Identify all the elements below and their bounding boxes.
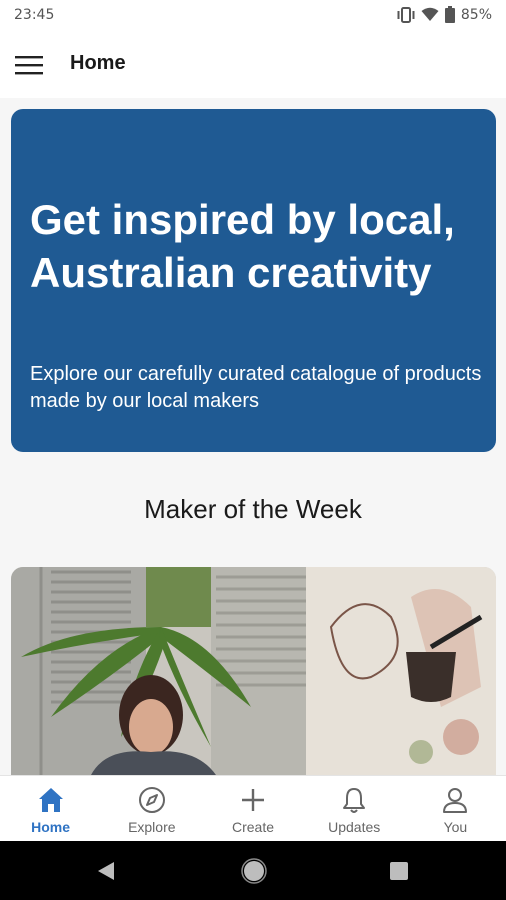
hamburger-menu-icon[interactable]	[14, 52, 44, 78]
compass-icon	[138, 787, 165, 813]
recent-apps-icon[interactable]	[389, 861, 409, 881]
nav-label-create: Create	[231, 819, 275, 835]
hero-subtitle: Explore our carefully curated catalogue …	[30, 363, 482, 412]
battery-icon	[444, 6, 455, 23]
hero-title: Get inspired by local, Australian creati…	[30, 196, 455, 296]
nav-item-explore[interactable]: Explore	[101, 776, 202, 841]
home-icon	[38, 788, 63, 812]
app-bar: Home	[0, 32, 506, 98]
page-title: Home	[70, 52, 126, 74]
maker-of-week-image[interactable]	[11, 567, 496, 775]
person-icon	[443, 788, 468, 813]
nav-item-updates[interactable]: Updates	[304, 776, 405, 841]
nav-item-home[interactable]: Home	[0, 776, 101, 841]
wifi-icon	[421, 7, 439, 21]
hero-banner[interactable]: Get inspired by local, Australian creati…	[11, 109, 496, 452]
battery-percent: 85%	[460, 6, 492, 23]
nav-label-you: You	[443, 819, 468, 835]
status-icons: 85%	[397, 6, 492, 23]
nav-label-home: Home	[31, 819, 71, 835]
nav-item-create[interactable]: Create	[202, 776, 303, 841]
status-bar: 23:45 85%	[0, 0, 506, 32]
plus-icon	[242, 789, 264, 811]
system-navigation-bar	[0, 841, 506, 900]
maker-of-week-title: Maker of the Week	[144, 494, 362, 524]
bell-icon	[343, 788, 366, 813]
vibrate-icon	[397, 6, 415, 23]
nav-item-you[interactable]: You	[405, 776, 506, 841]
nav-label-updates: Updates	[328, 819, 381, 835]
status-time: 23:45	[14, 7, 55, 23]
bottom-navigation: Home Explore Create Updates You	[0, 775, 506, 841]
nav-label-explore: Explore	[128, 819, 176, 835]
back-icon[interactable]	[96, 860, 116, 882]
home-circle-icon[interactable]	[241, 858, 267, 884]
